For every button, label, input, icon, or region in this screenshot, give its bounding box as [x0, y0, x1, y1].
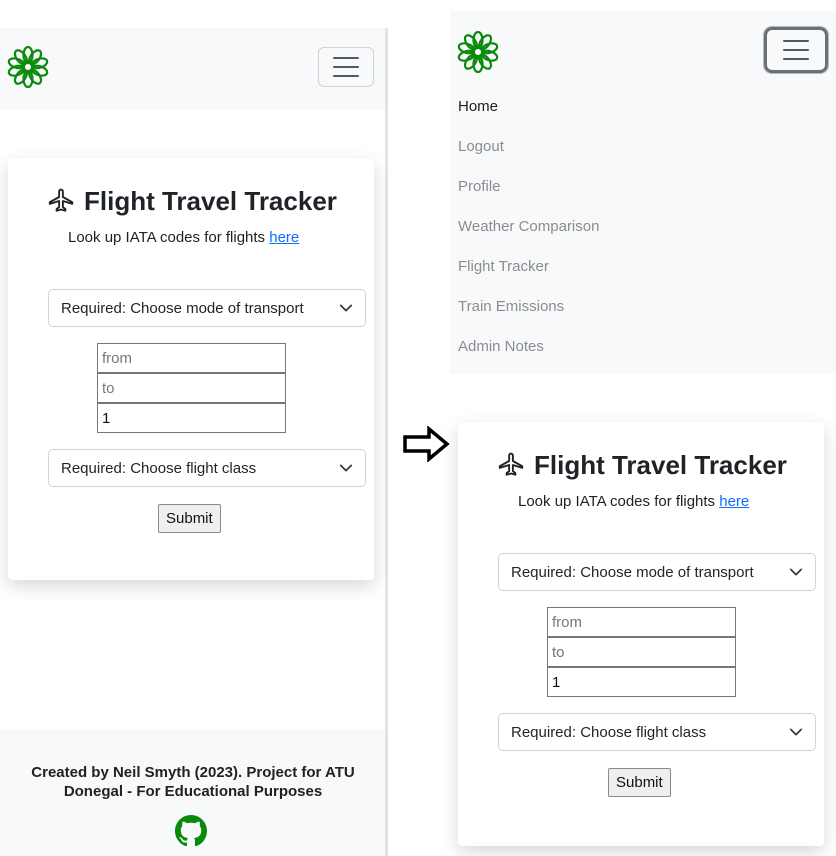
transport-select[interactable]: Required: Choose mode of transport — [48, 289, 366, 327]
page-title: Flight Travel Tracker — [46, 186, 337, 217]
flight-form-card: Flight Travel Tracker Look up IATA codes… — [458, 422, 824, 846]
hamburger-icon — [783, 40, 809, 42]
to-input[interactable] — [547, 637, 736, 667]
chevron-down-icon — [789, 728, 803, 736]
subtitle: Look up IATA codes for flights here — [518, 493, 750, 510]
navbar-expanded: Home Logout Profile Weather Comparison F… — [450, 11, 836, 374]
nav-item-logout[interactable]: Logout — [458, 126, 599, 166]
nav-item-profile[interactable]: Profile — [458, 166, 599, 206]
from-input[interactable] — [547, 607, 736, 637]
flight-class-select[interactable]: Required: Choose flight class — [498, 713, 816, 751]
subtitle: Look up IATA codes for flights here — [68, 229, 300, 246]
chevron-down-icon — [789, 568, 803, 576]
nav-item-train-emissions[interactable]: Train Emissions — [458, 286, 599, 326]
chevron-down-icon — [339, 304, 353, 312]
passengers-input[interactable] — [547, 667, 736, 697]
nav-item-home[interactable]: Home — [458, 86, 599, 126]
iata-link[interactable]: here — [269, 229, 299, 246]
flower-logo-icon[interactable] — [457, 31, 499, 73]
chevron-down-icon — [339, 464, 353, 472]
footer: Created by Neil Smyth (2023). Project fo… — [0, 729, 386, 856]
from-input[interactable] — [97, 343, 286, 373]
footer-credit: Created by Neil Smyth (2023). Project fo… — [31, 764, 355, 800]
hamburger-icon — [333, 57, 359, 59]
nav-menu: Home Logout Profile Weather Comparison F… — [458, 86, 599, 366]
github-icon[interactable] — [175, 815, 207, 847]
passengers-input[interactable] — [97, 403, 286, 433]
submit-button[interactable]: Submit — [608, 768, 671, 797]
submit-button[interactable]: Submit — [158, 504, 221, 533]
right-panel: Home Logout Profile Weather Comparison F… — [450, 0, 836, 856]
flight-form-card: Flight Travel Tracker Look up IATA codes… — [8, 158, 374, 580]
airplane-icon — [498, 452, 524, 476]
flight-class-select[interactable]: Required: Choose flight class — [48, 449, 366, 487]
iata-link[interactable]: here — [719, 493, 749, 510]
navbar-toggler-button[interactable] — [764, 27, 828, 73]
panel-divider — [385, 28, 388, 856]
flower-logo-icon[interactable] — [7, 46, 49, 88]
navbar-toggler-button[interactable] — [318, 47, 374, 87]
airplane-icon — [48, 188, 74, 212]
page-title: Flight Travel Tracker — [496, 450, 787, 481]
to-input[interactable] — [97, 373, 286, 403]
left-panel: Flight Travel Tracker Look up IATA codes… — [0, 0, 386, 856]
right-arrow-icon — [403, 426, 450, 462]
nav-item-flight-tracker[interactable]: Flight Tracker — [458, 246, 599, 286]
transport-select[interactable]: Required: Choose mode of transport — [498, 553, 816, 591]
navbar — [0, 28, 386, 110]
nav-item-weather-comparison[interactable]: Weather Comparison — [458, 206, 599, 246]
nav-item-admin-notes[interactable]: Admin Notes — [458, 326, 599, 366]
